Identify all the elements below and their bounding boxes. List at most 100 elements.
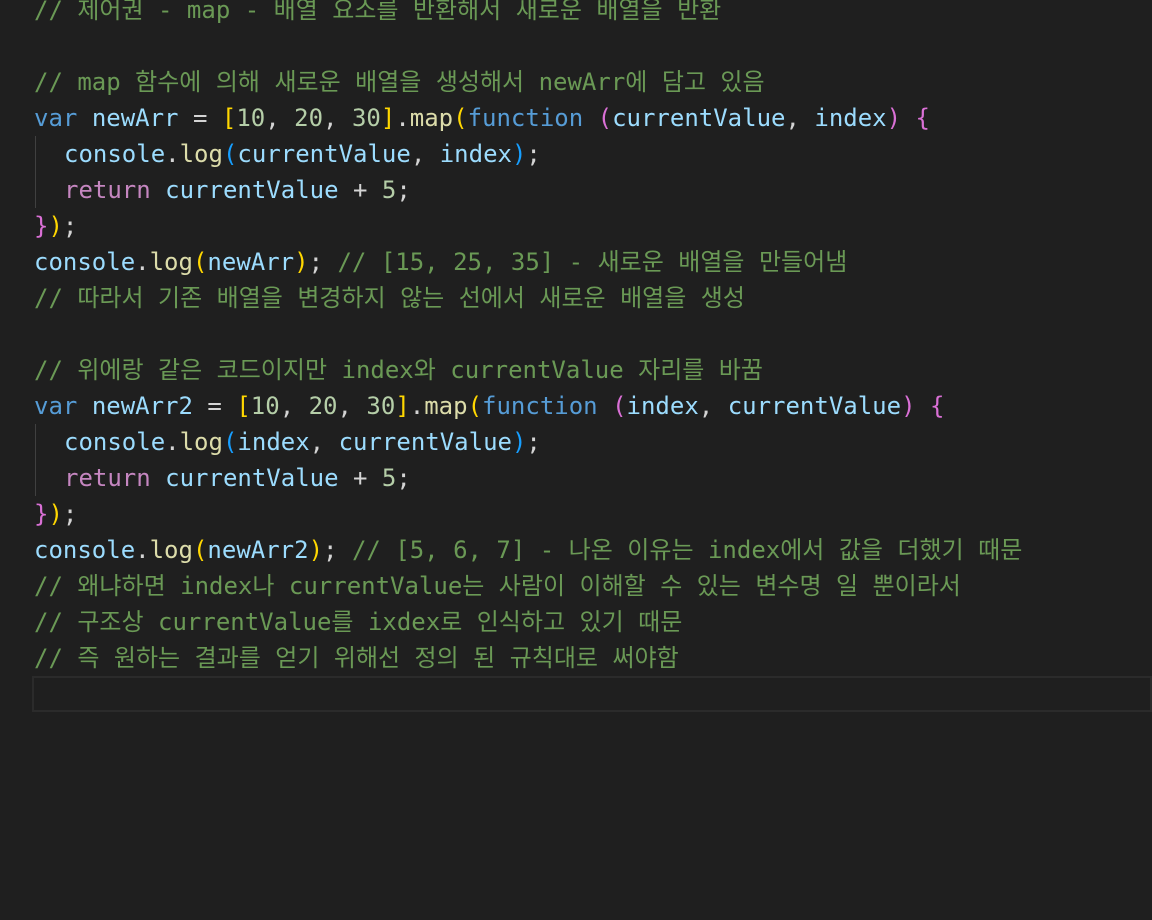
code-line[interactable]: var newArr2 = [10, 20, 30].map(function …	[34, 388, 1152, 424]
code-token: newArr	[91, 104, 179, 132]
code-line[interactable]: console.log(newArr2); // [5, 6, 7] - 나온 …	[34, 532, 1152, 568]
code-token: function	[467, 104, 584, 132]
code-token: newArr	[207, 248, 295, 276]
code-token: {	[915, 104, 930, 132]
code-line[interactable]	[34, 28, 1152, 64]
code-line[interactable]: // 제어권 - map - 배열 요소를 반환해서 새로운 배열을 반환	[34, 0, 1152, 28]
code-token: }	[34, 500, 49, 528]
code-token: map	[409, 104, 454, 132]
code-token: ;	[396, 464, 411, 492]
code-token: ;	[526, 140, 541, 168]
code-token: ;	[526, 428, 541, 456]
code-token: ,	[410, 140, 440, 168]
code-editor[interactable]: // 제어권 - map - 배열 요소를 반환해서 새로운 배열을 반환 //…	[0, 0, 1152, 920]
code-token: {	[929, 392, 945, 420]
code-token: console	[34, 248, 136, 276]
code-token: (	[597, 104, 613, 132]
code-token: ;	[308, 248, 338, 276]
code-token: )	[308, 536, 324, 564]
code-token: ,	[279, 392, 309, 420]
code-token: var	[34, 104, 78, 132]
code-token: )	[901, 392, 916, 420]
code-token: // 따라서 기존 배열을 변경하지 않는 선에서 새로운 배열을 생성	[34, 284, 745, 312]
code-line[interactable]	[34, 316, 1152, 352]
code-token: .	[395, 104, 410, 132]
code-token: // [5, 6, 7] - 나온 이유는 index에서 값을 더했기 때문	[351, 536, 1023, 564]
code-token: console	[34, 536, 136, 564]
code-line[interactable]: return currentValue + 5;	[34, 172, 1152, 208]
code-token: ;	[323, 536, 352, 564]
code-line[interactable]: });	[34, 208, 1152, 244]
code-token: ]	[395, 392, 410, 420]
code-token: )	[511, 140, 527, 168]
code-token: log	[149, 248, 193, 276]
code-token: (	[192, 248, 208, 276]
code-token: (	[612, 392, 627, 420]
code-token: function	[482, 392, 598, 420]
code-token: // map 함수에 의해 새로운 배열을 생성해서 newArr에 담고 있음	[34, 68, 765, 96]
code-token: .	[135, 536, 150, 564]
code-token: currentValue	[165, 176, 339, 204]
code-token: .	[135, 248, 150, 276]
code-token: 5	[381, 464, 397, 492]
code-token: (	[222, 140, 238, 168]
code-token: )	[294, 248, 309, 276]
code-token: =	[178, 104, 222, 132]
code-line[interactable]: // map 함수에 의해 새로운 배열을 생성해서 newArr에 담고 있음	[34, 64, 1152, 100]
code-lines[interactable]: // 제어권 - map - 배열 요소를 반환해서 새로운 배열을 반환 //…	[32, 0, 1152, 712]
code-token: // 제어권 - map - 배열 요소를 반환해서 새로운 배열을 반환	[34, 0, 722, 24]
code-line[interactable]: // 따라서 기존 배열을 변경하지 않는 선에서 새로운 배열을 생성	[34, 280, 1152, 316]
code-token: currentValue	[165, 464, 339, 492]
code-token: // [15, 25, 35] - 새로운 배열을 만들어냄	[337, 248, 848, 276]
code-token: ,	[698, 392, 728, 420]
code-line[interactable]: return currentValue + 5;	[34, 460, 1152, 496]
code-token: log	[149, 536, 193, 564]
code-line[interactable]: });	[34, 496, 1152, 532]
code-line[interactable]: // 구조상 currentValue를 ixdex로 인식하고 있기 때문	[34, 604, 1152, 640]
code-token: =	[192, 392, 237, 420]
code-token: 20	[308, 392, 338, 420]
code-token: [	[221, 104, 237, 132]
code-token: .	[165, 428, 180, 456]
code-token: currentValue	[237, 140, 411, 168]
code-token: index	[814, 104, 887, 132]
code-token: // 위에랑 같은 코드이지만 index와 currentValue 자리를 …	[34, 356, 763, 384]
current-line[interactable]	[32, 676, 1152, 712]
code-token: +	[338, 176, 382, 204]
code-token: ]	[380, 104, 396, 132]
code-token: newArr2	[91, 392, 193, 420]
code-line[interactable]: console.log(newArr); // [15, 25, 35] - 새…	[34, 244, 1152, 280]
code-token: 10	[236, 104, 266, 132]
code-token: )	[511, 428, 527, 456]
code-line[interactable]: // 즉 원하는 결과를 얻기 위해선 정의 된 규칙대로 써야함	[34, 640, 1152, 676]
code-token: var	[34, 392, 78, 420]
code-line[interactable]: var newArr = [10, 20, 30].map(function (…	[34, 100, 1152, 136]
code-token: 5	[381, 176, 397, 204]
code-token: index	[439, 140, 512, 168]
code-token: log	[179, 428, 223, 456]
code-line[interactable]: console.log(currentValue, index);	[34, 136, 1152, 172]
code-token: )	[886, 104, 902, 132]
code-token: 30	[366, 392, 396, 420]
code-token: ,	[323, 104, 352, 132]
code-token: // 즉 원하는 결과를 얻기 위해선 정의 된 규칙대로 써야함	[34, 644, 679, 672]
code-token: 10	[250, 392, 280, 420]
code-line[interactable]: console.log(index, currentValue);	[34, 424, 1152, 460]
code-token: index	[626, 392, 699, 420]
code-line[interactable]: // 왜냐하면 index나 currentValue는 사람이 이해할 수 있…	[34, 568, 1152, 604]
code-token: ;	[62, 212, 78, 240]
code-token: currentValue	[338, 428, 512, 456]
code-line[interactable]: // 위에랑 같은 코드이지만 index와 currentValue 자리를 …	[34, 352, 1152, 388]
code-token: .	[409, 392, 425, 420]
code-token: console	[64, 140, 166, 168]
code-token: ;	[62, 500, 78, 528]
code-token: ,	[337, 392, 367, 420]
code-token: )	[48, 212, 63, 240]
